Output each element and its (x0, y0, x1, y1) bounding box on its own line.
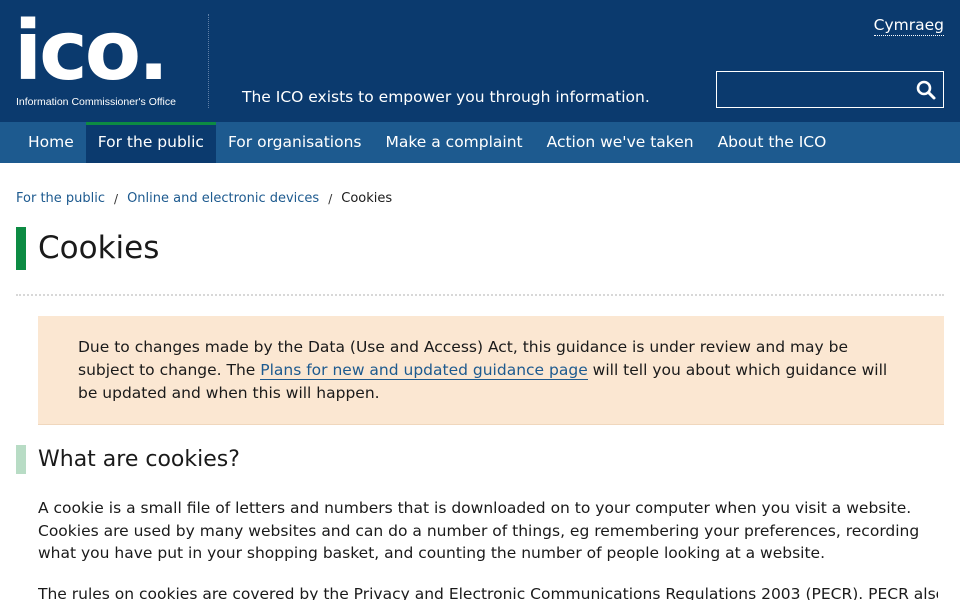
site-header: ico. Information Commissioner's Office T… (0, 0, 960, 122)
guidance-plans-link[interactable]: Plans for new and updated guidance page (260, 361, 588, 380)
breadcrumb-separator: / (328, 191, 333, 206)
nav-item-about-the-ico[interactable]: About the ICO (706, 122, 839, 163)
section-accent-bar (16, 445, 26, 474)
breadcrumb-link-online-devices[interactable]: Online and electronic devices (127, 191, 319, 206)
nav-item-for-organisations[interactable]: For organisations (216, 122, 374, 163)
breadcrumb-link-for-the-public[interactable]: For the public (16, 191, 105, 206)
ico-logo[interactable]: ico. Information Commissioner's Office (14, 4, 182, 112)
guidance-notice: Due to changes made by the Data (Use and… (38, 316, 944, 425)
logo-subtitle: Information Commissioner's Office (16, 96, 176, 108)
nav-item-make-a-complaint[interactable]: Make a complaint (373, 122, 534, 163)
breadcrumb-current: Cookies (341, 191, 393, 206)
site-tagline: The ICO exists to empower you through in… (242, 88, 650, 106)
main-nav: Home For the public For organisations Ma… (0, 122, 960, 163)
body-paragraph: A cookie is a small file of letters and … (38, 499, 920, 562)
title-accent-bar (16, 227, 26, 270)
page-title: Cookies (38, 230, 160, 266)
section-heading: What are cookies? (38, 447, 240, 472)
search-icon (916, 80, 936, 100)
body-paragraph: The rules on cookies are covered by the … (38, 585, 938, 600)
search-input[interactable] (717, 72, 909, 107)
nav-item-for-the-public[interactable]: For the public (85, 122, 216, 163)
header-divider (208, 14, 209, 108)
search-button[interactable] (915, 79, 937, 101)
language-link[interactable]: Cymraeg (873, 16, 944, 36)
logo-wordmark: ico. (14, 4, 169, 99)
nav-item-home[interactable]: Home (16, 122, 86, 163)
breadcrumb-separator: / (114, 191, 119, 206)
search-form (716, 71, 944, 108)
breadcrumb: For the public / Online and electronic d… (16, 191, 392, 206)
title-divider (16, 294, 944, 296)
nav-item-action-taken[interactable]: Action we've taken (535, 122, 706, 163)
